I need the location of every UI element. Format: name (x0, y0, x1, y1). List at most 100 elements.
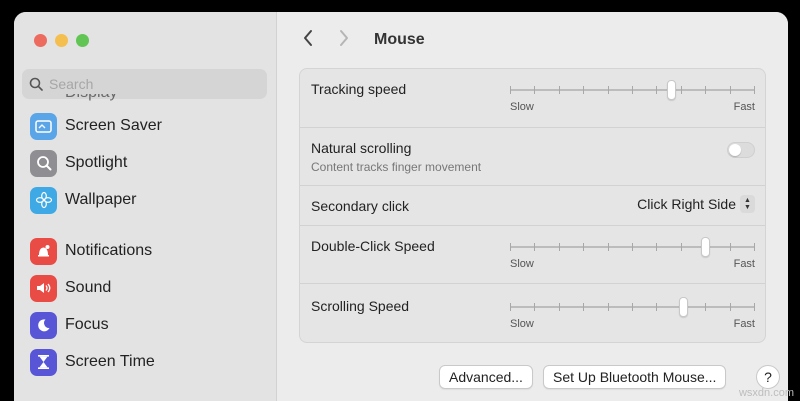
sidebar-item-label: Focus (65, 316, 109, 333)
flower-icon (30, 186, 57, 214)
double-click-speed-row: Double-Click Speed Slow Fast (300, 226, 765, 284)
sidebar: Search Display Screen Saver Spotlight (14, 12, 277, 401)
watermark: wsxdn.com (738, 387, 794, 399)
tracking-speed-slider[interactable]: Slow Fast (510, 71, 755, 113)
double-click-speed-label: Double-Click Speed (311, 238, 435, 254)
minimize-window-button[interactable] (55, 34, 68, 47)
slider-min-label: Slow (510, 101, 534, 113)
moon-icon (30, 311, 57, 339)
back-button[interactable] (298, 28, 318, 52)
sidebar-item-display[interactable]: Display (30, 94, 117, 108)
slider-tick (534, 303, 535, 311)
slider-tick (510, 86, 511, 94)
slider-tick (656, 303, 657, 311)
chevron-right-icon (340, 30, 348, 46)
slider-knob[interactable] (701, 237, 710, 257)
sidebar-item-notifications[interactable]: Notifications (30, 236, 152, 266)
slider-tick (730, 303, 731, 311)
slider-tick (510, 303, 511, 311)
slider-tick (632, 86, 633, 94)
slider-tick (583, 243, 584, 251)
slider-min-label: Slow (510, 258, 534, 270)
natural-scrolling-toggle[interactable] (727, 142, 755, 158)
secondary-click-label: Secondary click (311, 198, 410, 214)
main-pane: Mouse Tracking speed Slow Fast Natural s… (278, 12, 788, 401)
bell-icon (30, 237, 57, 265)
natural-scrolling-label: Natural scrolling (311, 140, 412, 156)
close-window-button[interactable] (34, 34, 47, 47)
help-button[interactable]: ? (756, 365, 780, 389)
secondary-click-select[interactable]: Click Right Side ▲ ▼ (637, 195, 755, 213)
sidebar-item-wallpaper[interactable]: Wallpaper (30, 185, 136, 215)
slider-tick (656, 86, 657, 94)
secondary-click-row: Secondary click Click Right Side ▲ ▼ (300, 186, 765, 226)
sidebar-item-label: Sound (65, 279, 112, 296)
slider-tick (559, 243, 560, 251)
forward-button[interactable] (334, 28, 354, 52)
slider-tick (608, 303, 609, 311)
slider-knob[interactable] (679, 297, 688, 317)
slider-tick (681, 86, 682, 94)
sidebar-item-label: Screen Time (65, 353, 155, 370)
sidebar-item-screen-saver[interactable]: Screen Saver (30, 111, 162, 141)
natural-scrolling-description: Content tracks finger movement (311, 160, 482, 174)
slider-tick (656, 243, 657, 251)
mouse-settings-panel: Tracking speed Slow Fast Natural scrolli… (299, 68, 766, 343)
slider-tick (681, 243, 682, 251)
magnifier-icon (30, 149, 57, 177)
sidebar-item-label: Spotlight (65, 154, 128, 171)
chevron-up-down-icon: ▲ ▼ (740, 195, 755, 213)
search-placeholder: Search (49, 76, 94, 92)
scrolling-speed-row: Scrolling Speed Slow Fast (300, 284, 765, 343)
advanced-button[interactable]: Advanced... (439, 365, 533, 389)
natural-scrolling-row: Natural scrolling Content tracks finger … (300, 128, 765, 186)
slider-tick (754, 243, 755, 251)
speaker-icon (30, 274, 57, 302)
page-title: Mouse (374, 31, 425, 48)
slider-tick (705, 303, 706, 311)
slider-tick (608, 243, 609, 251)
slider-max-label: Fast (733, 101, 755, 113)
slider-tick (608, 86, 609, 94)
chevron-left-icon (304, 30, 312, 46)
settings-window: Search Display Screen Saver Spotlight (14, 12, 788, 401)
slider-tick (705, 86, 706, 94)
slider-tick (632, 243, 633, 251)
slider-tick (730, 86, 731, 94)
sidebar-item-focus[interactable]: Focus (30, 310, 109, 340)
scrolling-speed-label: Scrolling Speed (311, 298, 410, 314)
sidebar-item-label: Screen Saver (65, 117, 162, 134)
slider-max-label: Fast (733, 318, 755, 330)
slider-tick (583, 86, 584, 94)
sidebar-item-label: Wallpaper (65, 191, 137, 208)
set-up-bluetooth-mouse-button[interactable]: Set Up Bluetooth Mouse... (543, 365, 727, 389)
screen-saver-icon (30, 112, 57, 140)
secondary-click-value: Click Right Side (637, 196, 736, 212)
tracking-speed-label: Tracking speed (311, 81, 407, 97)
slider-tick (534, 86, 535, 94)
sidebar-item-sound[interactable]: Sound (30, 273, 111, 303)
slider-tick (510, 243, 511, 251)
toolbar: Mouse (298, 28, 425, 52)
hourglass-icon (30, 348, 57, 376)
slider-tick (534, 243, 535, 251)
toggle-knob (729, 144, 741, 156)
sidebar-item-label: Display (65, 94, 117, 102)
slider-tick (754, 303, 755, 311)
sidebar-item-screen-time[interactable]: Screen Time (30, 347, 155, 377)
sidebar-item-spotlight[interactable]: Spotlight (30, 148, 127, 178)
slider-knob[interactable] (667, 80, 676, 100)
traffic-lights (34, 34, 89, 47)
slider-tick (754, 86, 755, 94)
zoom-window-button[interactable] (76, 34, 89, 47)
slider-tick (730, 243, 731, 251)
double-click-speed-slider[interactable]: Slow Fast (510, 228, 755, 270)
slider-tick (559, 303, 560, 311)
slider-tick (559, 86, 560, 94)
slider-min-label: Slow (510, 318, 534, 330)
slider-tick (583, 303, 584, 311)
tracking-speed-row: Tracking speed Slow Fast (300, 69, 765, 128)
scrolling-speed-slider[interactable]: Slow Fast (510, 288, 755, 330)
sidebar-item-label: Notifications (65, 242, 153, 259)
slider-max-label: Fast (733, 258, 755, 270)
